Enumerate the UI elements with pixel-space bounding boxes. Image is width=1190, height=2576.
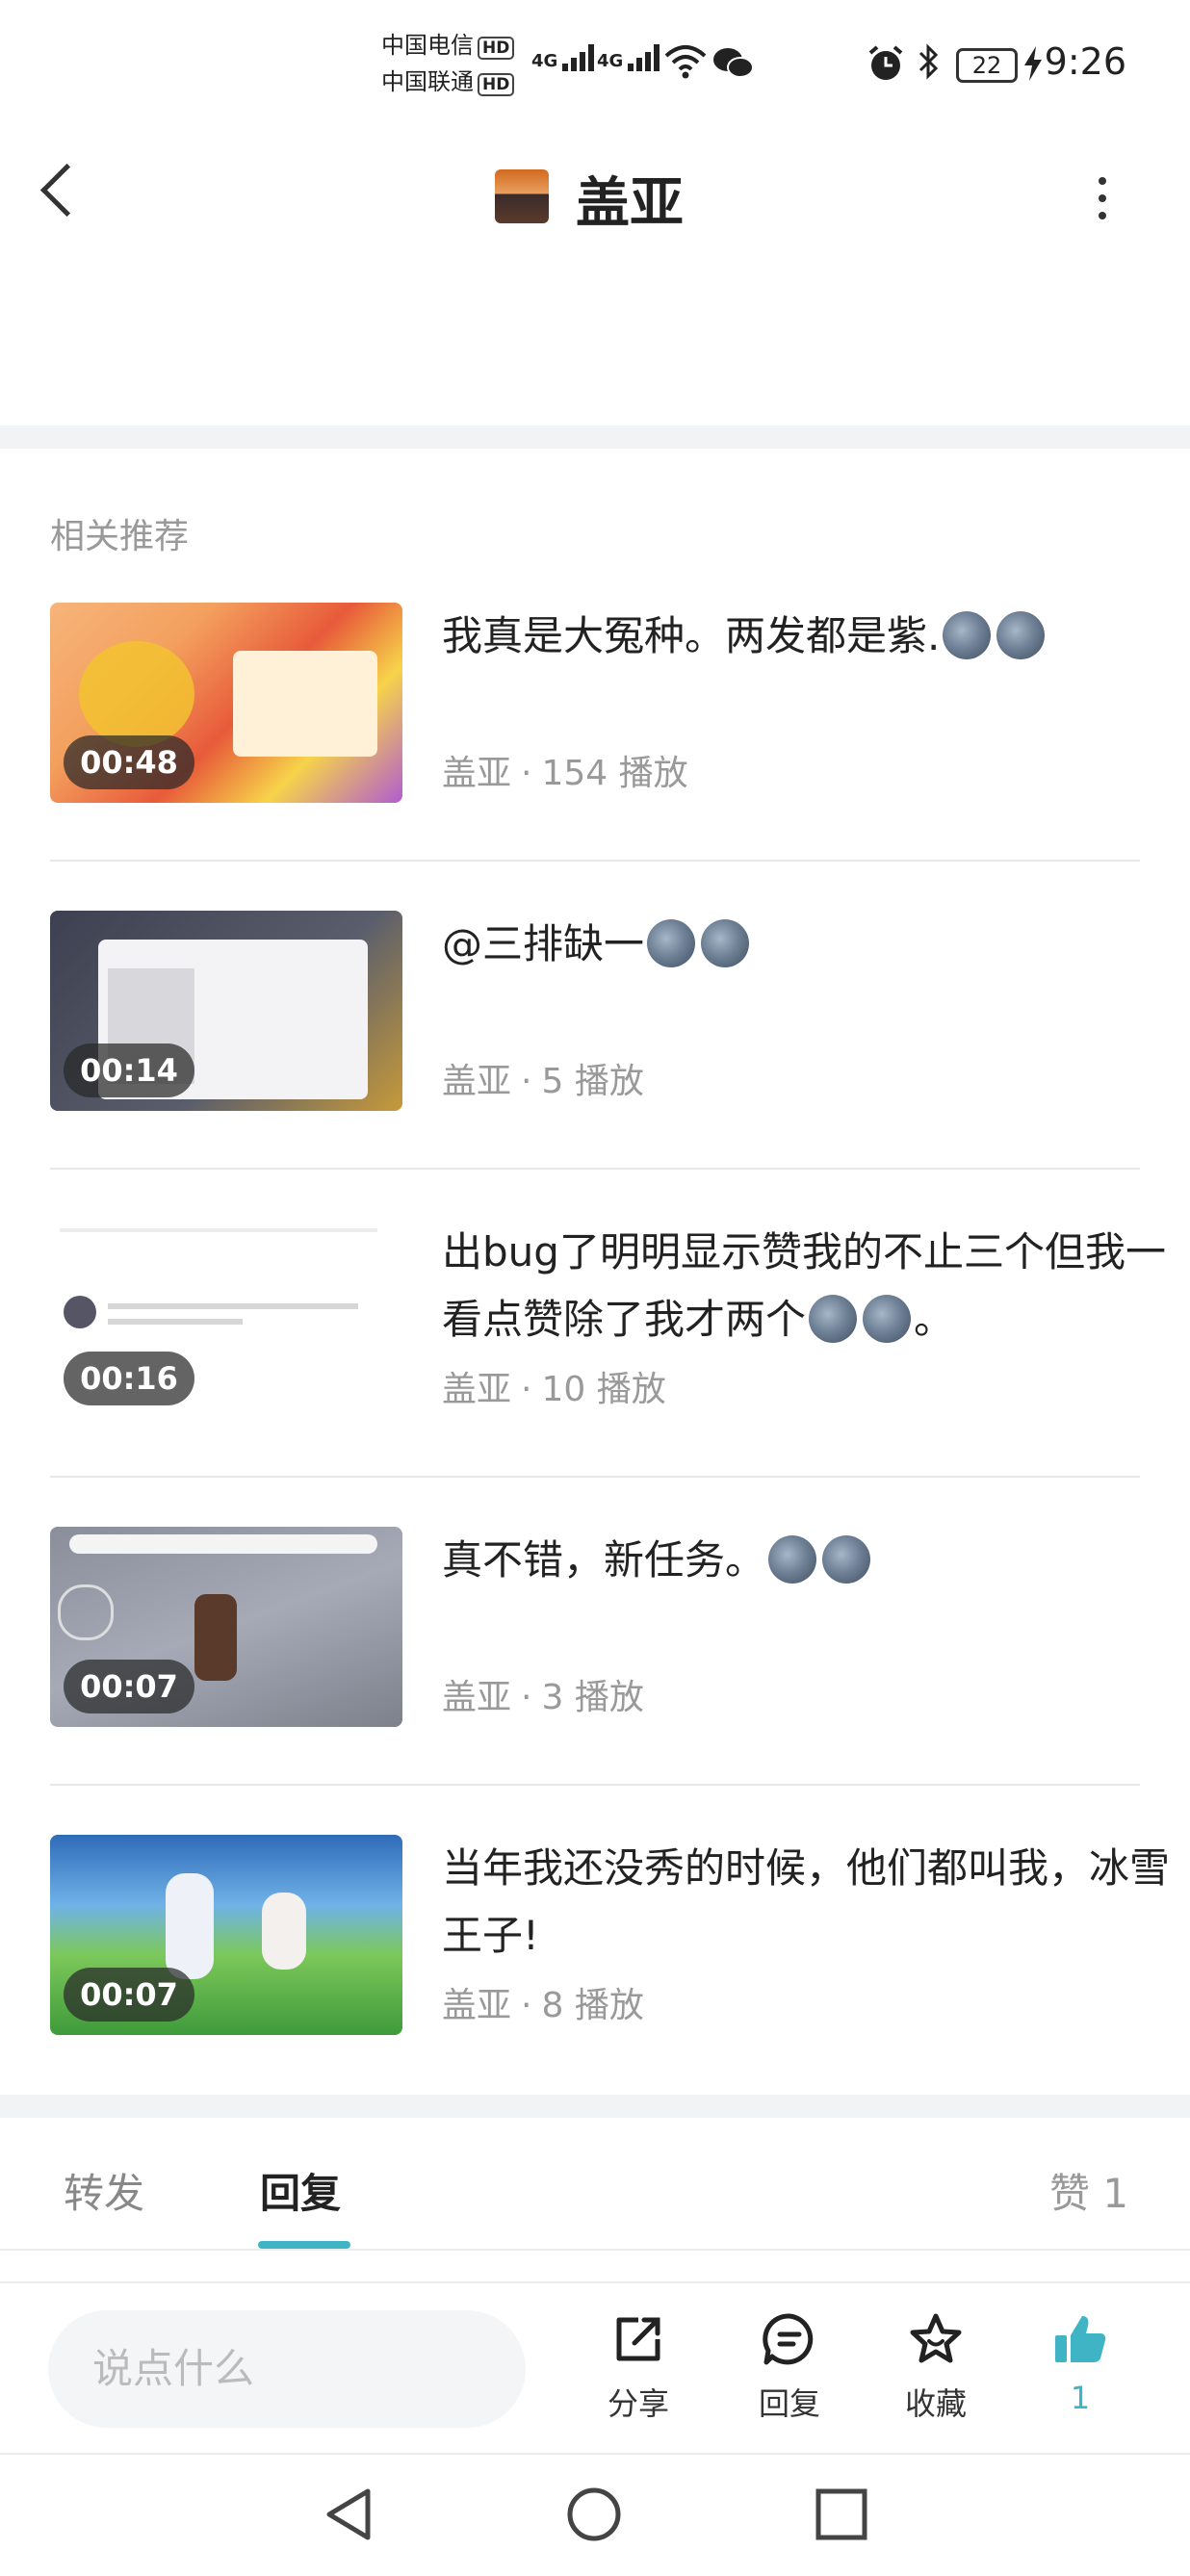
video-meta: 盖亚 · 10 播放 [442, 1370, 666, 1409]
moon-emoji-icon [768, 1535, 817, 1584]
duration-badge: 00:07 [64, 1968, 194, 2022]
favorite-label: 收藏 [904, 2385, 967, 2422]
battery-icon: 22 [956, 48, 1018, 83]
video-thumbnail[interactable]: 00:16 [50, 1219, 402, 1419]
moon-emoji-icon [996, 611, 1046, 659]
tab-indicator [258, 2241, 350, 2249]
nav-recents-icon[interactable] [815, 2487, 868, 2541]
tab-forward[interactable]: 转发 [64, 2161, 144, 2220]
like-button[interactable]: 1 [1022, 2310, 1138, 2416]
favorite-button[interactable]: 收藏 [878, 2310, 994, 2424]
divider [0, 2249, 1190, 2251]
nav-home-icon[interactable] [565, 2486, 623, 2543]
moon-emoji-icon [863, 1295, 912, 1343]
charging-icon [1024, 46, 1042, 81]
moon-emoji-icon [943, 611, 992, 659]
tab-likes[interactable]: 赞 1 [1049, 2161, 1128, 2220]
back-button[interactable] [39, 163, 94, 218]
comment-icon [763, 2313, 814, 2365]
video-meta: 盖亚 · 3 播放 [442, 1678, 644, 1717]
page-title: 盖亚 [576, 172, 684, 235]
wechat-icon [713, 48, 754, 78]
reply-button[interactable]: 回复 [732, 2310, 847, 2424]
carrier-1: 中国电信 HD [381, 31, 515, 60]
video-thumbnail[interactable]: 00:07 [50, 1527, 402, 1727]
signal-2-icon: 4G [597, 44, 662, 71]
share-button[interactable]: 分享 [581, 2310, 696, 2424]
duration-badge: 00:07 [64, 1660, 194, 1713]
section-divider [0, 425, 1190, 449]
section-label: 相关推荐 [50, 517, 190, 556]
divider [0, 2281, 1190, 2283]
clock: 9:26 [1044, 40, 1126, 83]
video-item[interactable]: 00:16 出bug了明明显示赞我的不止三个但我一看点赞除了我才两个。 盖亚 · 1… [50, 1219, 1166, 1527]
video-meta: 盖亚 · 8 播放 [442, 1986, 644, 2025]
bluetooth-icon [918, 43, 939, 80]
comment-input[interactable]: 说点什么 [48, 2310, 526, 2428]
like-count: 1 [1070, 2380, 1091, 2416]
video-thumbnail[interactable]: 00:07 [50, 1835, 402, 2035]
video-title[interactable]: 我真是大冤种。两发都是紫. [442, 603, 1190, 670]
video-item[interactable]: 00:07 真不错，新任务。 盖亚 · 3 播放 [50, 1527, 1140, 1835]
wifi-icon [664, 45, 707, 79]
signal-1-icon: 4G [531, 44, 597, 71]
moon-emoji-icon [701, 919, 750, 967]
thumbs-up-icon [1055, 2316, 1106, 2362]
tab-reply[interactable]: 回复 [260, 2161, 341, 2220]
video-thumbnail[interactable]: 00:48 [50, 603, 402, 803]
divider [0, 2453, 1190, 2455]
moon-emoji-icon [822, 1535, 871, 1584]
divider [50, 1168, 1140, 1170]
status-bar: 中国电信 HD 中国联通 HD 4G 4G 22 9:26 [0, 0, 1190, 125]
video-item[interactable]: 00:14 @三排缺一 盖亚 · 5 播放 [50, 911, 1140, 1219]
video-item[interactable]: 00:48 我真是大冤种。两发都是紫. 盖亚 · 154 播放 [50, 603, 1140, 911]
video-title[interactable]: 真不错，新任务。 [442, 1527, 1190, 1594]
moon-emoji-icon [809, 1295, 858, 1343]
moon-emoji-icon [647, 919, 696, 967]
star-icon [910, 2313, 962, 2363]
divider [50, 1476, 1140, 1478]
more-vertical-icon[interactable] [1099, 177, 1106, 229]
video-meta: 盖亚 · 154 播放 [442, 754, 688, 793]
navigation-bar [0, 2453, 1190, 2576]
divider [50, 1784, 1140, 1786]
video-thumbnail[interactable]: 00:14 [50, 911, 402, 1111]
share-icon [616, 2317, 660, 2361]
avatar[interactable] [495, 169, 549, 223]
duration-badge: 00:48 [64, 735, 194, 789]
nav-back-icon[interactable] [322, 2486, 375, 2543]
reply-label: 回复 [758, 2385, 820, 2422]
video-title[interactable]: @三排缺一 [442, 911, 1190, 978]
video-meta: 盖亚 · 5 播放 [442, 1062, 644, 1101]
video-title[interactable]: 出bug了明明显示赞我的不止三个但我一看点赞除了我才两个。 [442, 1219, 1190, 1353]
video-title[interactable]: 当年我还没秀的时候，他们都叫我，冰雪王子! [442, 1835, 1190, 1970]
share-label: 分享 [607, 2385, 669, 2422]
alarm-icon [868, 45, 903, 80]
carrier-2: 中国联通 HD [381, 67, 515, 96]
divider [50, 860, 1140, 862]
section-divider [0, 2095, 1190, 2118]
duration-badge: 00:16 [64, 1352, 194, 1405]
duration-badge: 00:14 [64, 1043, 194, 1097]
